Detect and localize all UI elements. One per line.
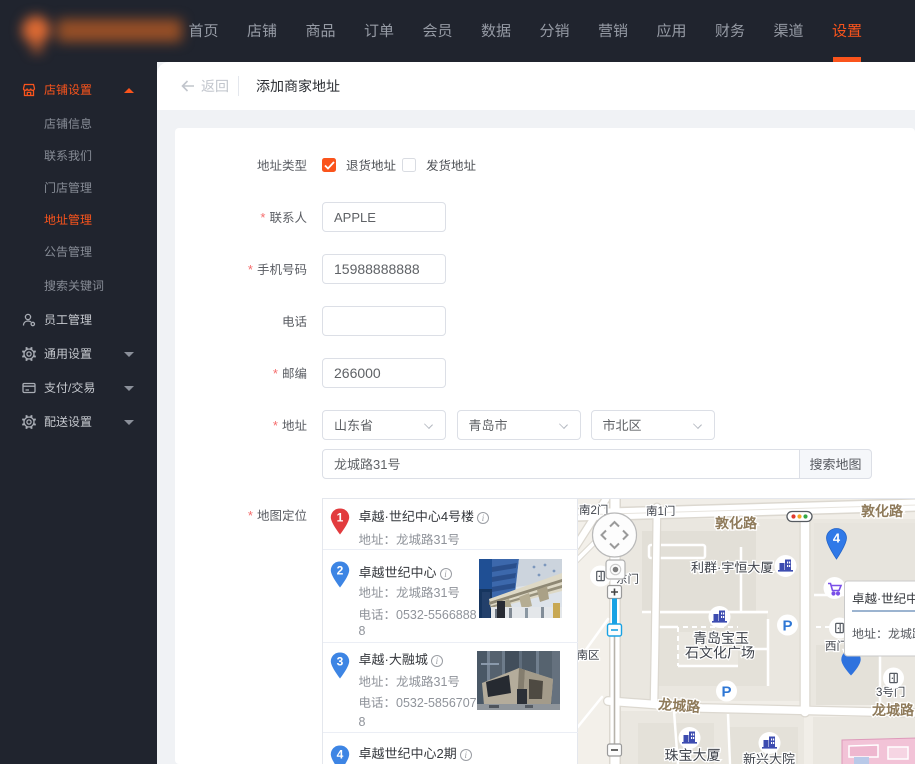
svg-text:南1门: 南1门	[646, 503, 675, 519]
svg-text:龙城路: 龙城路	[656, 694, 701, 717]
svg-text:地址：龙城路31: 地址：龙城路31	[852, 625, 915, 642]
svg-text:龙城路: 龙城路	[871, 700, 915, 720]
svg-text:石文化广场: 石文化广场	[685, 643, 755, 663]
svg-text:卓越·世纪中心: 卓越·世纪中心	[852, 588, 915, 607]
svg-text:敦化路: 敦化路	[715, 513, 758, 533]
svg-text:利群·宇恒大厦: 利群·宇恒大厦	[691, 557, 773, 576]
svg-text:2: 2	[337, 562, 344, 579]
svg-text:3: 3	[337, 653, 344, 670]
svg-text:4: 4	[832, 528, 840, 547]
svg-text:银南区: 银南区	[578, 647, 600, 663]
svg-text:4: 4	[337, 746, 344, 763]
svg-text:敦化路: 敦化路	[861, 501, 904, 521]
svg-text:1: 1	[337, 509, 344, 526]
